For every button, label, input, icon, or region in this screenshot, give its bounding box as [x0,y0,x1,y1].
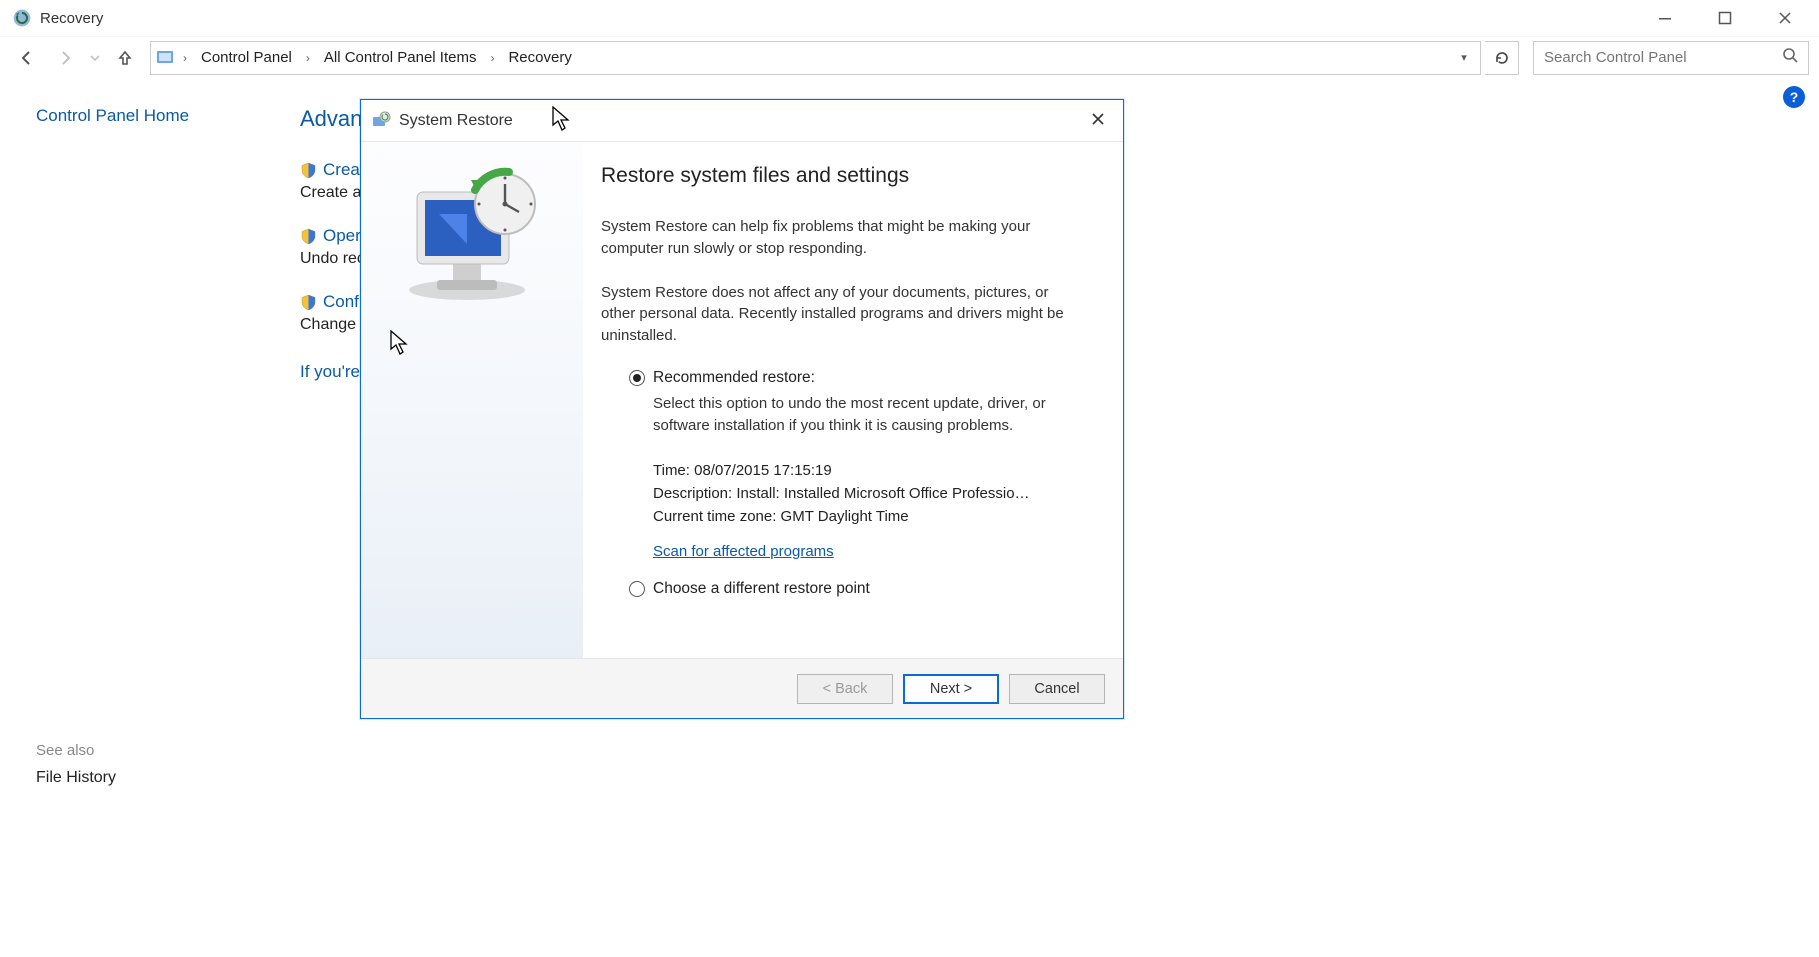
see-also-section: See also File History [36,742,116,787]
control-panel-home-link[interactable]: Control Panel Home [36,106,300,126]
radio-icon [629,370,645,386]
minimize-button[interactable] [1635,0,1695,36]
file-history-link[interactable]: File History [36,769,116,787]
dialog-footer: < Back Next > Cancel [361,658,1123,718]
action-create-link[interactable]: Creat [323,160,365,180]
radio-recommended[interactable]: Recommended restore: [629,369,1095,387]
window-controls [1635,0,1815,36]
window-title: Recovery [40,10,103,27]
recent-dropdown[interactable] [86,41,104,75]
sidebar: Control Panel Home See also File History [0,78,300,957]
breadcrumb-mid[interactable]: All Control Panel Items [318,47,483,68]
shield-icon [300,228,317,245]
close-button[interactable] [1755,0,1815,36]
system-restore-icon [371,111,391,131]
restore-timezone-line: Current time zone: GMT Daylight Time [653,508,1095,525]
address-bar[interactable]: › Control Panel › All Control Panel Item… [150,41,1481,75]
dialog-paragraph-1: System Restore can help fix problems tha… [601,216,1071,260]
recovery-icon [12,8,32,28]
search-input[interactable] [1544,49,1782,66]
chevron-right-icon[interactable]: › [488,51,496,65]
maximize-button[interactable] [1695,0,1755,36]
next-button[interactable]: Next > [903,674,999,704]
restore-options-group: Recommended restore: Select this option … [601,369,1095,599]
dialog-sidebar-image [361,142,583,658]
search-box[interactable] [1533,41,1809,75]
shield-icon [300,294,317,311]
radio-different[interactable]: Choose a different restore point [629,580,1095,598]
system-restore-dialog: System Restore Restore [360,99,1124,719]
chevron-right-icon[interactable]: › [304,51,312,65]
dialog-heading: Restore system files and settings [601,164,1095,188]
radio-recommended-label: Recommended restore: [653,369,815,387]
chevron-right-icon[interactable]: › [181,51,189,65]
restore-description-line: Description: Install: Installed Microsof… [653,485,1095,502]
dialog-close-button[interactable] [1083,105,1113,136]
see-also-label: See also [36,742,116,759]
radio-recommended-desc: Select this option to undo the most rece… [653,393,1073,437]
refresh-button[interactable] [1485,41,1519,75]
cancel-button[interactable]: Cancel [1009,674,1105,704]
window-titlebar: Recovery [0,0,1819,36]
scan-affected-programs-link[interactable]: Scan for affected programs [653,543,834,560]
radio-icon [629,581,645,597]
dialog-titlebar[interactable]: System Restore [361,100,1123,142]
up-button[interactable] [108,41,142,75]
dialog-paragraph-2: System Restore does not affect any of yo… [601,282,1071,347]
forward-button[interactable] [48,41,82,75]
also-link[interactable]: If you're [300,362,360,382]
back-button[interactable] [10,41,44,75]
radio-different-label: Choose a different restore point [653,580,870,598]
address-dropdown[interactable]: ▾ [1452,51,1476,64]
back-button[interactable]: < Back [797,674,893,704]
shield-icon [300,162,317,179]
navigation-toolbar: › Control Panel › All Control Panel Item… [0,36,1819,78]
breadcrumb-leaf[interactable]: Recovery [502,47,577,68]
dialog-title: System Restore [399,112,513,130]
search-icon[interactable] [1782,47,1798,68]
dialog-body: Restore system files and settings System… [361,142,1123,658]
dialog-content: Restore system files and settings System… [583,142,1123,658]
action-configure-link[interactable]: Conf [323,292,359,312]
action-open-link[interactable]: Oper [323,226,361,246]
restore-time-line: Time: 08/07/2015 17:15:19 [653,462,1095,479]
control-panel-icon [155,48,175,68]
breadcrumb-root[interactable]: Control Panel [195,47,298,68]
